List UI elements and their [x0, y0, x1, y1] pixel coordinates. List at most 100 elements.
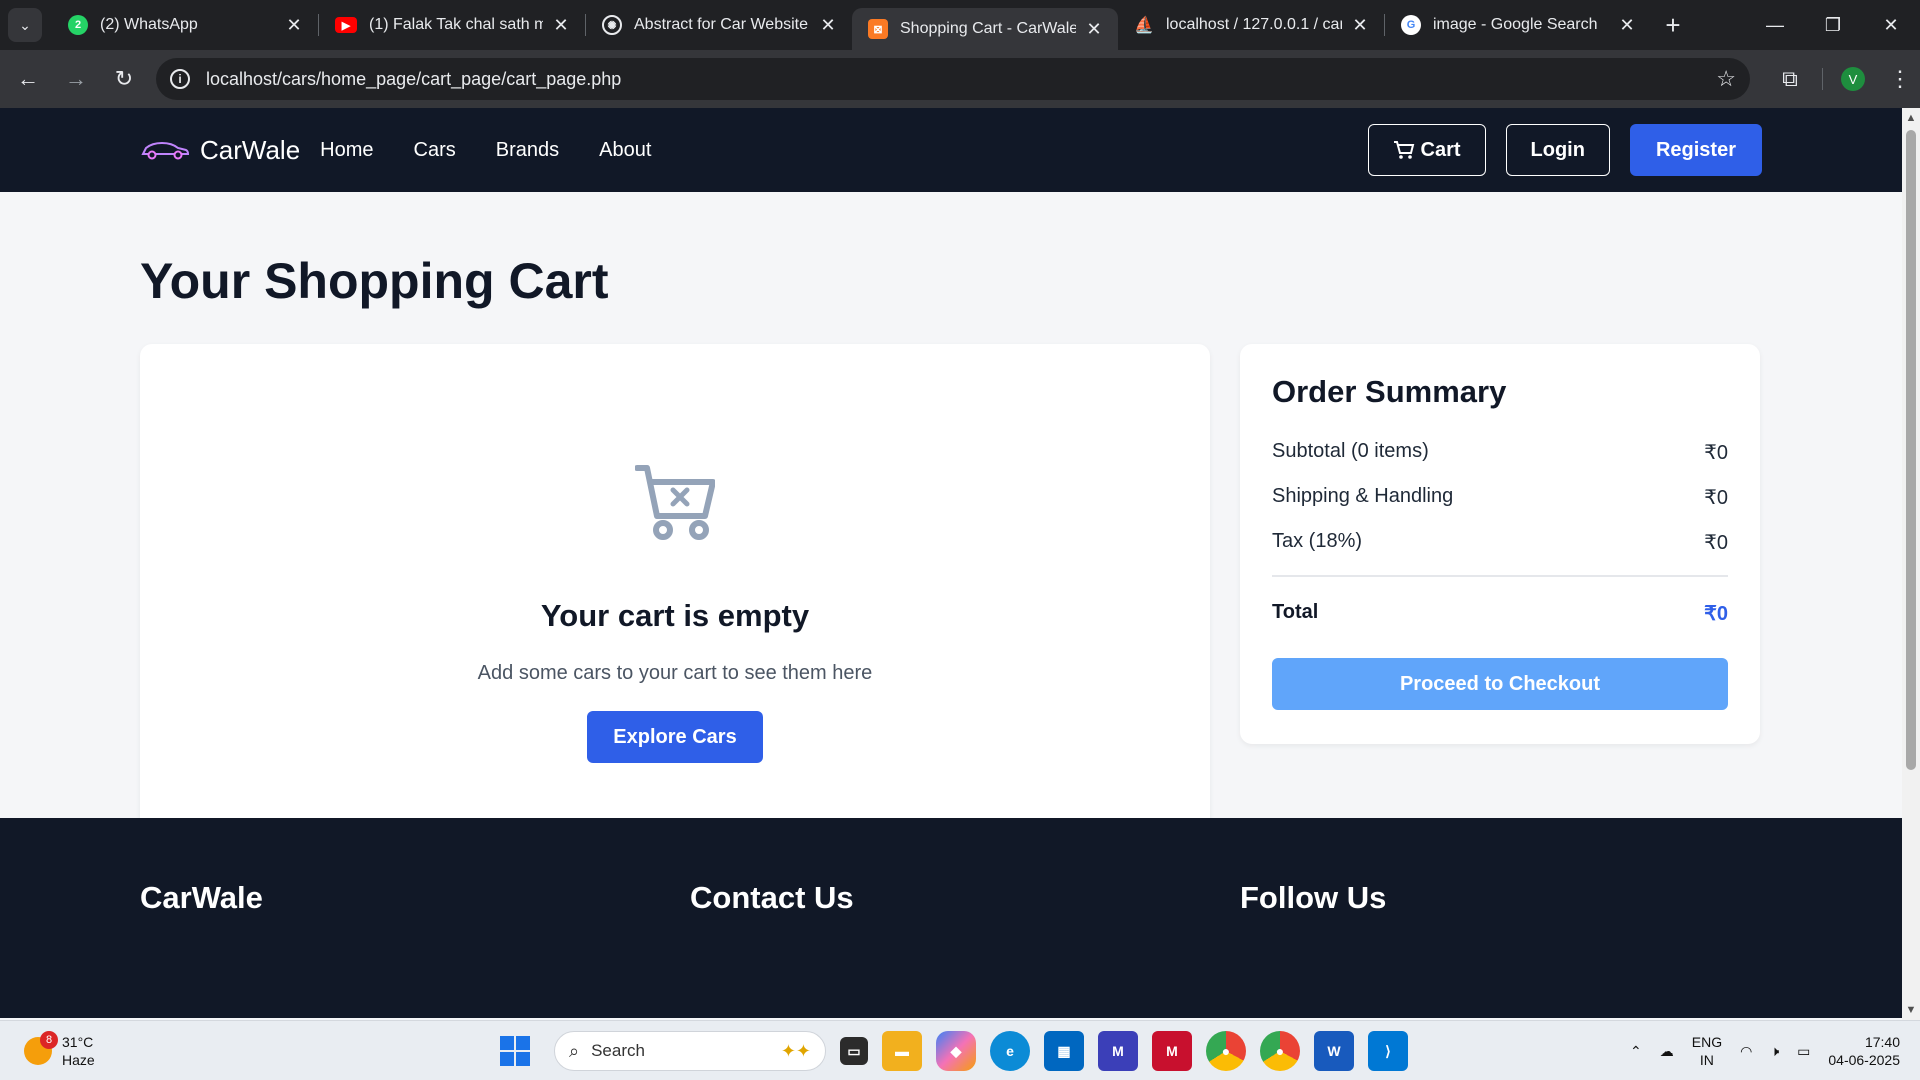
tab-youtube[interactable]: ▶ (1) Falak Tak chal sath mere ✕: [319, 0, 585, 50]
nav-home[interactable]: Home: [320, 139, 373, 162]
tab-title: image - Google Search: [1433, 16, 1598, 33]
taskbar-clock[interactable]: 17:40 04-06-2025: [1828, 1033, 1900, 1069]
wifi-icon[interactable]: ◠: [1740, 1043, 1752, 1060]
tab-phpmyadmin[interactable]: ⛵ localhost / 127.0.0.1 / cars ✕: [1118, 0, 1384, 50]
empty-cart-subtitle: Add some cars to your cart to see them h…: [477, 662, 873, 684]
tab-close-icon[interactable]: ✕: [818, 15, 838, 36]
weather-sun-icon: 8: [24, 1030, 58, 1065]
close-window-icon[interactable]: ✕: [1862, 0, 1920, 50]
profile-avatar[interactable]: V: [1841, 67, 1865, 91]
site-info-icon[interactable]: i: [170, 69, 190, 89]
summary-row-tax: Tax (18%) ₹0: [1272, 530, 1728, 555]
weather-widget[interactable]: 8 31°C Haze: [24, 1030, 95, 1069]
tab-shopping-cart[interactable]: ⊠ Shopping Cart - CarWale ✕: [852, 8, 1118, 50]
tab-search-chevron-icon[interactable]: ⌄: [8, 8, 42, 42]
task-view-icon[interactable]: ▭: [840, 1037, 868, 1065]
chrome-profile-icon[interactable]: ●: [1260, 1031, 1300, 1071]
address-bar[interactable]: i localhost/cars/home_page/cart_page/car…: [156, 58, 1750, 100]
tab-title: Shopping Cart - CarWale: [900, 20, 1076, 37]
cart-button[interactable]: Cart: [1367, 124, 1486, 176]
tab-chatgpt[interactable]: ✺ Abstract for Car Website ✕: [586, 0, 852, 50]
extensions-puzzle-icon[interactable]: ⧉: [1772, 66, 1808, 92]
car-logo-icon: [141, 141, 190, 160]
main-nav: Home Cars Brands About: [320, 139, 691, 162]
bookmark-star-icon[interactable]: ☆: [1716, 66, 1736, 92]
minimize-icon[interactable]: —: [1746, 0, 1804, 50]
vscode-icon[interactable]: ⟩: [1368, 1031, 1408, 1071]
restore-icon[interactable]: ❐: [1804, 0, 1862, 50]
summary-value: ₹0: [1704, 532, 1728, 554]
summary-total-row: Total ₹0: [1272, 601, 1728, 626]
battery-icon[interactable]: ▭: [1797, 1043, 1810, 1060]
register-button[interactable]: Register: [1629, 124, 1762, 176]
edge-icon[interactable]: e: [990, 1031, 1030, 1071]
tab-close-icon[interactable]: ✕: [1617, 15, 1637, 36]
taskbar-search-box[interactable]: ⌕ Search ✦✦: [554, 1031, 826, 1071]
nav-actions: Cart Login Register: [1367, 124, 1762, 176]
cart-items-panel: Your cart is empty Add some cars to your…: [140, 344, 1210, 866]
back-arrow-icon[interactable]: ←: [8, 59, 48, 99]
nav-cars[interactable]: Cars: [414, 139, 456, 162]
summary-label: Shipping & Handling: [1272, 485, 1454, 507]
login-button[interactable]: Login: [1505, 124, 1610, 176]
new-tab-plus-icon[interactable]: +: [1655, 7, 1691, 43]
microsoft-store-icon[interactable]: ▦: [1044, 1031, 1084, 1071]
checkout-button[interactable]: Proceed to Checkout: [1272, 658, 1728, 710]
windows-start-icon[interactable]: [500, 1036, 530, 1066]
window-controls: — ❐ ✕: [1746, 0, 1920, 50]
word-icon[interactable]: W: [1314, 1031, 1354, 1071]
tab-title: (2) WhatsApp: [100, 16, 198, 33]
url-text[interactable]: localhost/cars/home_page/cart_page/cart_…: [206, 69, 1716, 90]
reload-icon[interactable]: ↻: [104, 59, 144, 99]
summary-value: ₹0: [1704, 442, 1728, 464]
cart-button-label: Cart: [1420, 138, 1461, 161]
kebab-menu-icon[interactable]: ⋮: [1889, 66, 1911, 92]
scroll-up-icon[interactable]: ▲: [1902, 112, 1920, 124]
language-indicator[interactable]: ENG IN: [1692, 1033, 1722, 1069]
tab-google-search[interactable]: G image - Google Search ✕: [1385, 0, 1651, 50]
tab-title: localhost / 127.0.0.1 / cars: [1166, 16, 1342, 33]
site-logo[interactable]: CarWale: [140, 135, 300, 166]
onedrive-cloud-icon[interactable]: ☁: [1660, 1043, 1674, 1060]
tray-chevron-up-icon[interactable]: ⌃: [1630, 1043, 1642, 1060]
volume-muted-icon[interactable]: 🕨: [1770, 1043, 1779, 1060]
chrome-icon[interactable]: ●: [1206, 1031, 1246, 1071]
weather-badge: 8: [40, 1030, 58, 1049]
tab-title: (1) Falak Tak chal sath mere: [369, 16, 543, 33]
summary-value: ₹0: [1704, 487, 1728, 509]
tab-close-icon[interactable]: ✕: [1084, 19, 1104, 40]
nav-brands[interactable]: Brands: [496, 139, 559, 162]
page-scrollbar[interactable]: ▲ ▼: [1902, 108, 1920, 1020]
site-navbar: CarWale Home Cars Brands About Cart Logi…: [0, 108, 1902, 192]
tab-close-icon[interactable]: ✕: [551, 15, 571, 36]
lang-line1: ENG: [1691, 1034, 1723, 1050]
brand-name: CarWale: [200, 134, 301, 165]
empty-cart-icon: [635, 465, 715, 540]
tab-close-icon[interactable]: ✕: [1350, 15, 1370, 36]
whatsapp-icon: 2: [68, 15, 88, 35]
order-summary-title: Order Summary: [1272, 374, 1507, 409]
search-placeholder: Search: [591, 1041, 645, 1060]
scroll-down-icon[interactable]: ▼: [1902, 1004, 1920, 1016]
page-viewport: CarWale Home Cars Brands About Cart Logi…: [0, 108, 1902, 1020]
copilot-icon[interactable]: ◆: [936, 1031, 976, 1071]
phpmyadmin-icon: ⛵: [1134, 17, 1154, 34]
file-explorer-icon[interactable]: ▬: [882, 1031, 922, 1071]
weather-text: 31°C Haze: [62, 1033, 95, 1069]
tab-whatsapp[interactable]: 2 (2) WhatsApp ✕: [52, 0, 318, 50]
summary-row-subtotal: Subtotal (0 items) ₹0: [1272, 440, 1728, 465]
mathtype-icon[interactable]: M: [1098, 1031, 1138, 1071]
tab-title: Abstract for Car Website: [634, 16, 808, 33]
total-label: Total: [1272, 601, 1319, 623]
openai-icon: ✺: [602, 15, 622, 35]
summary-divider: [1272, 575, 1728, 577]
google-icon: G: [1401, 15, 1421, 35]
scrollbar-thumb[interactable]: [1906, 130, 1916, 770]
nav-about[interactable]: About: [599, 139, 651, 162]
mcafee-icon[interactable]: M: [1152, 1031, 1192, 1071]
page-title: Your Shopping Cart: [140, 253, 609, 309]
cart-icon: [1393, 141, 1414, 159]
forward-arrow-icon[interactable]: →: [56, 59, 96, 99]
explore-cars-button[interactable]: Explore Cars: [587, 711, 763, 763]
tab-close-icon[interactable]: ✕: [284, 15, 304, 36]
